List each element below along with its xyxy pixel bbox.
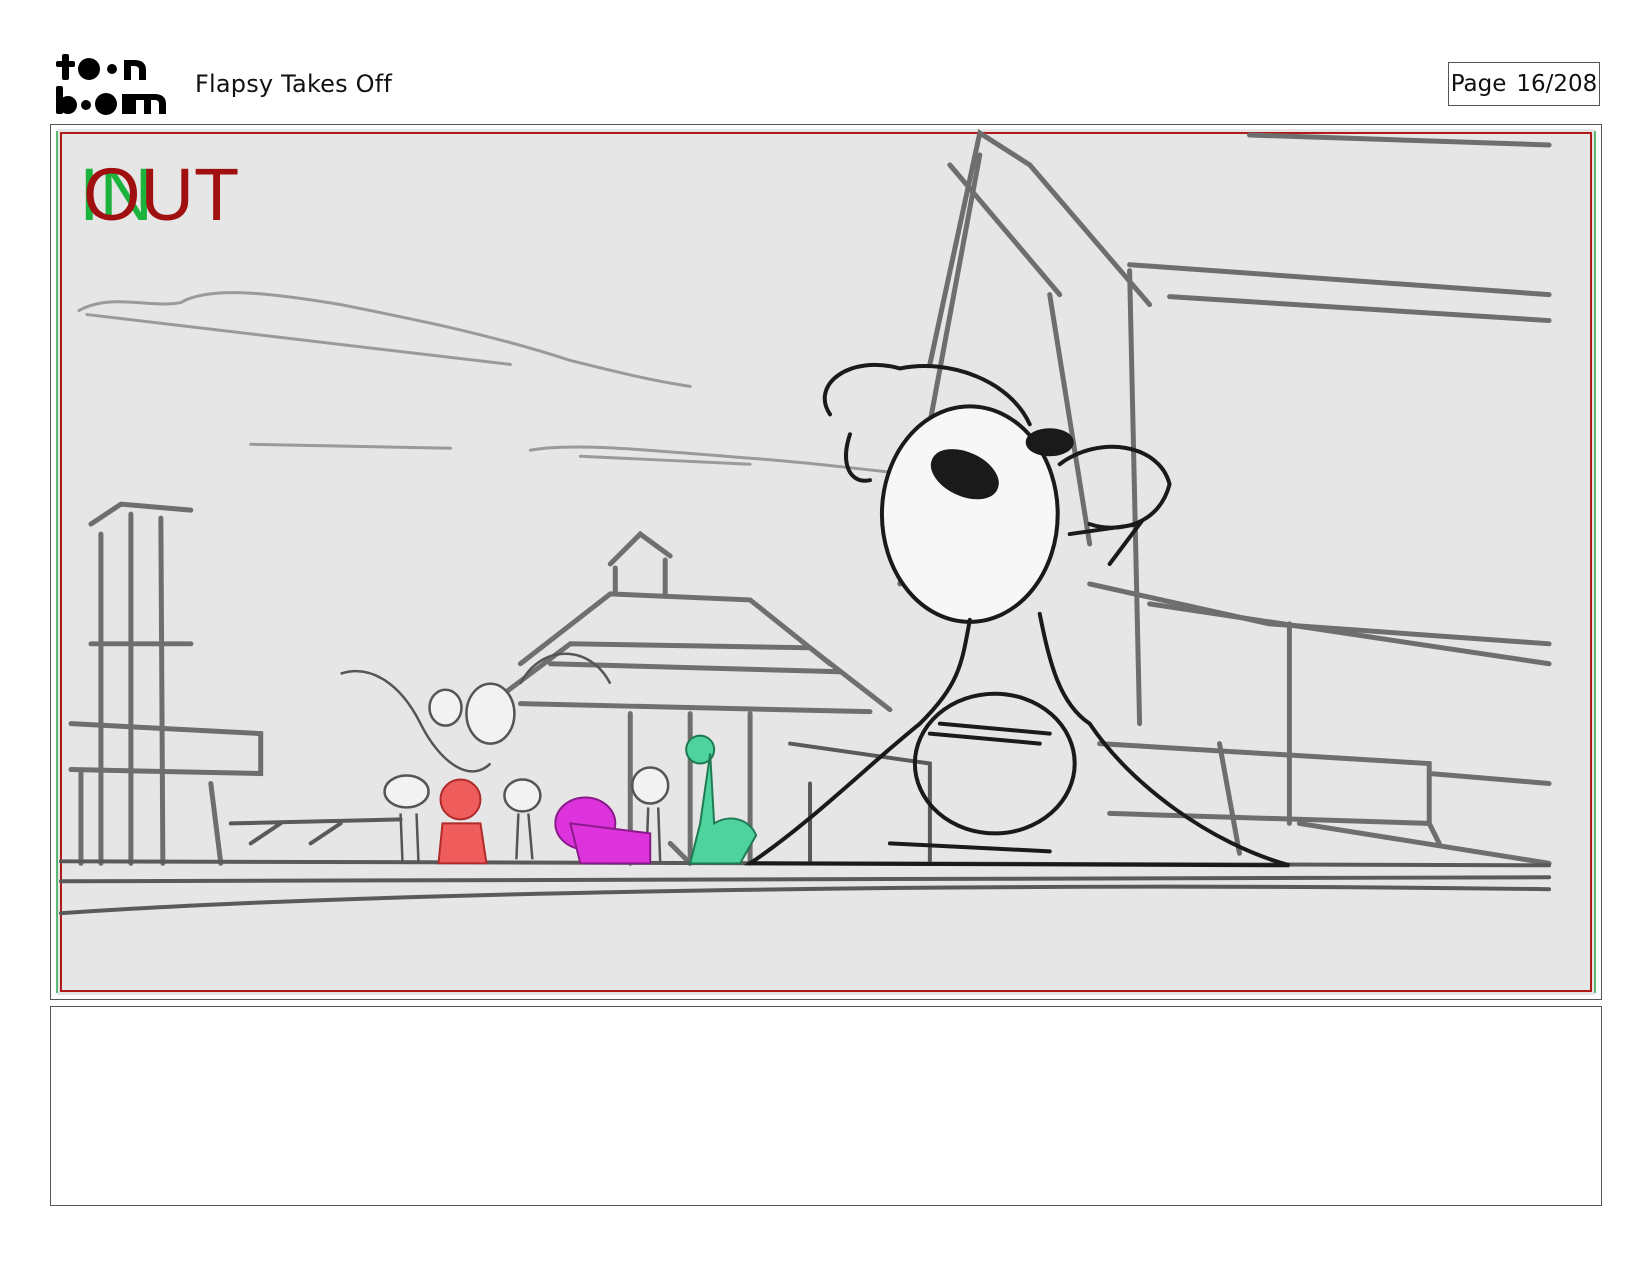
document-title: Flapsy Takes Off (195, 70, 393, 98)
page-indicator: Page 16/208 (1448, 62, 1600, 106)
page-number: 16/208 (1516, 71, 1598, 97)
toonboom-logo (54, 52, 172, 116)
panel-sketch (56, 128, 1596, 996)
storyboard-panel[interactable]: IN OUT (50, 124, 1602, 1000)
out-marker: OUT (83, 153, 240, 236)
logo-mark-icon (56, 54, 166, 115)
page-label: Page (1450, 71, 1507, 97)
in-out-markers: IN OUT (79, 155, 279, 235)
panel-notes-box[interactable] (50, 1006, 1602, 1206)
